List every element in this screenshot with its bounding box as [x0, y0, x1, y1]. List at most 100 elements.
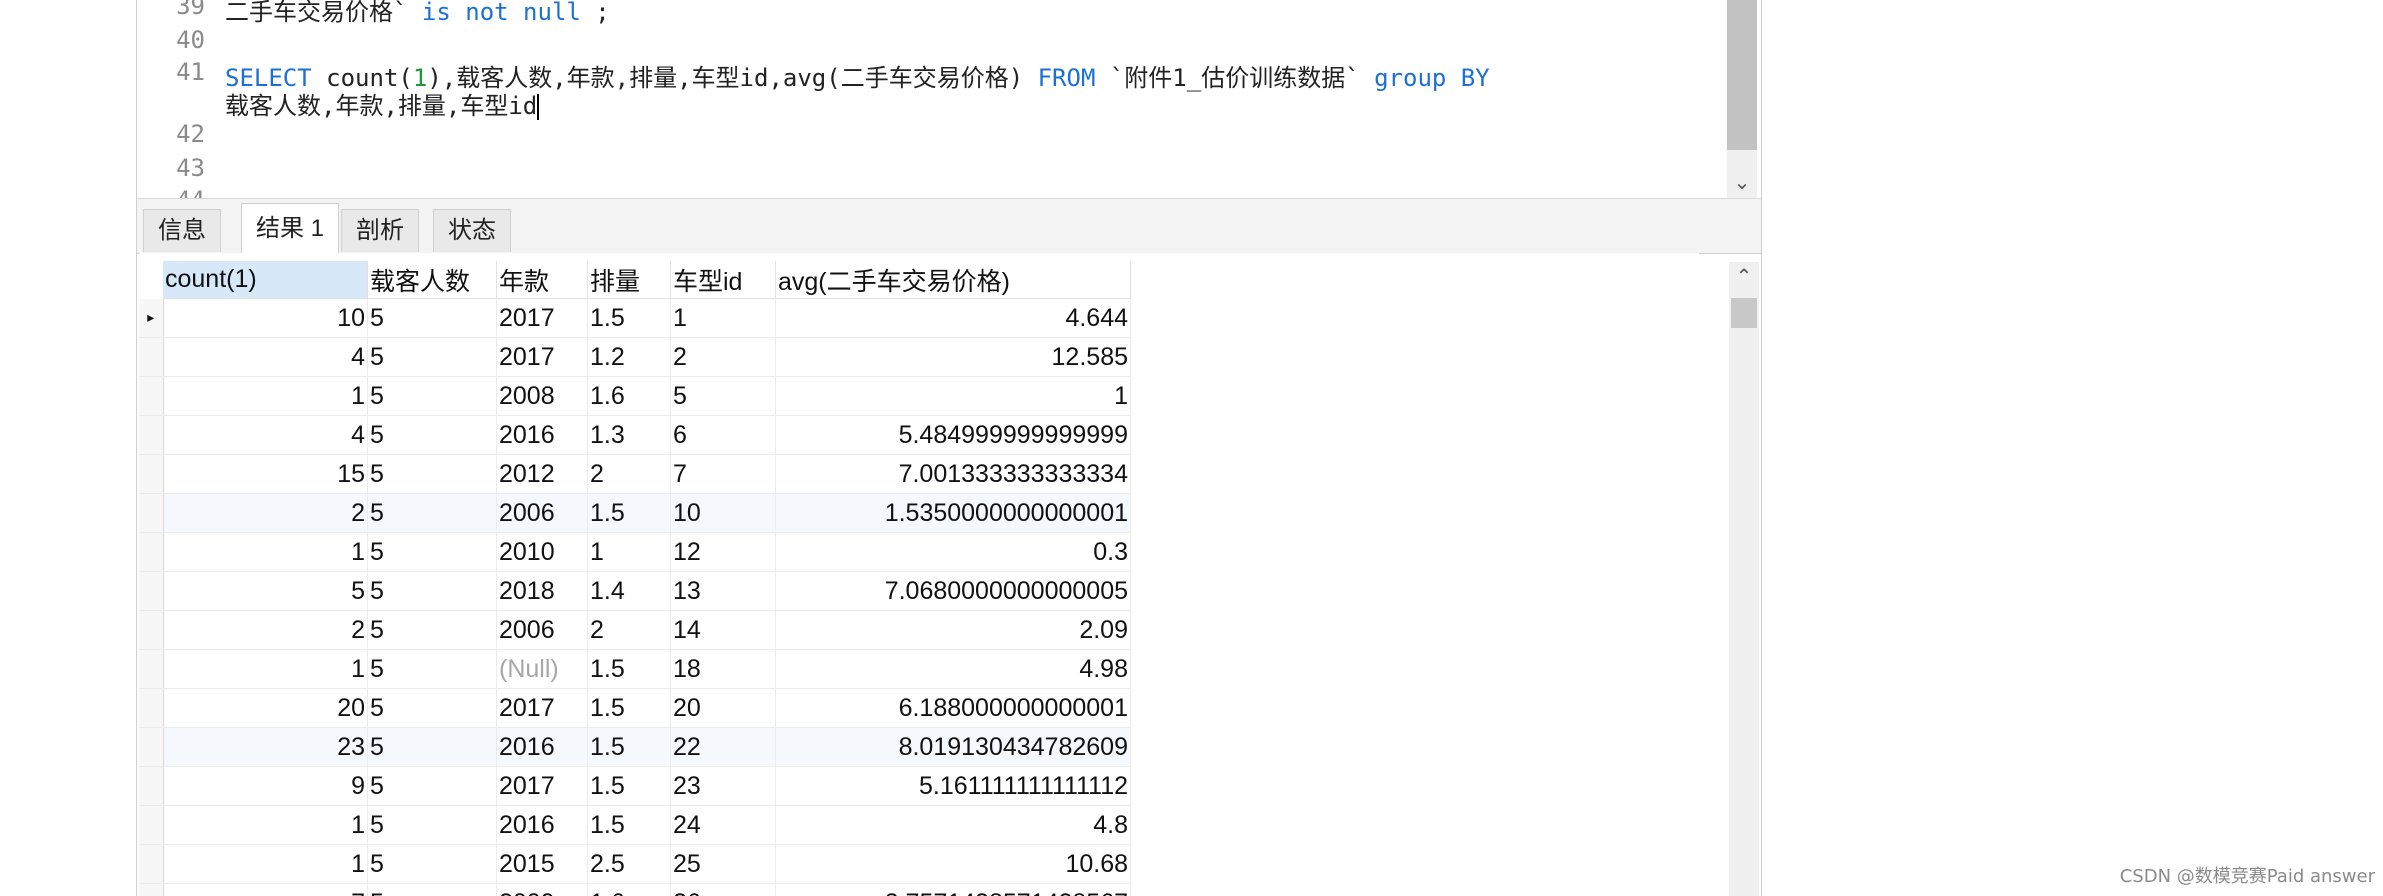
table-row[interactable]: 9 5 2017 1.5 23 5.161111111111112	[139, 766, 1131, 806]
col-count-header[interactable]: count(1)	[163, 261, 368, 299]
table-cell[interactable]: 18	[670, 649, 776, 689]
table-cell[interactable]: 2010	[496, 532, 588, 572]
table-cell[interactable]: 8.019130434782609	[775, 727, 1131, 767]
table-cell[interactable]: 23	[163, 727, 368, 767]
table-cell[interactable]: 1.2	[587, 337, 671, 377]
table-cell[interactable]: 6	[670, 415, 776, 455]
table-cell[interactable]: 1.5	[587, 805, 671, 845]
row-indicator[interactable]	[139, 805, 164, 845]
table-cell[interactable]: 2	[163, 610, 368, 650]
table-cell[interactable]: 1.3	[587, 415, 671, 455]
col-displacement-header[interactable]: 排量	[587, 261, 671, 299]
table-cell[interactable]: 2008	[496, 376, 588, 416]
table-cell[interactable]: 2017	[496, 688, 588, 728]
table-cell[interactable]: 1.5	[587, 766, 671, 806]
table-cell[interactable]: 1.5	[587, 688, 671, 728]
table-cell[interactable]: 2009	[496, 883, 588, 896]
row-indicator[interactable]	[139, 337, 164, 377]
table-cell[interactable]: 7.001333333333334	[775, 454, 1131, 494]
table-cell[interactable]: 2.5	[587, 844, 671, 884]
table-cell[interactable]: 2016	[496, 805, 588, 845]
table-row[interactable]: 7520091.6263.7571428571428567	[139, 883, 1131, 896]
table-row[interactable]: 4 5 2016 1.3 6 5.484999999999999	[139, 415, 1131, 455]
table-row[interactable]: 1 5 2015 2.5 25 10.68	[139, 844, 1131, 884]
table-cell[interactable]: 4.8	[775, 805, 1131, 845]
table-cell[interactable]: 5	[670, 376, 776, 416]
table-cell[interactable]: 5	[367, 493, 497, 533]
chevron-down-icon[interactable]: ⌄	[1727, 170, 1757, 194]
table-cell[interactable]: 4	[163, 337, 368, 377]
table-row[interactable]: 1 5 (Null) 1.5 18 4.98	[139, 649, 1131, 689]
table-cell[interactable]: 4.644	[775, 298, 1131, 338]
result-grid[interactable]: count(1) 载客人数 年款 排量 车型id avg(二手车交易价格) ▸ 10 5 201…	[139, 253, 1699, 896]
grid-scrollbar-thumb[interactable]	[1731, 298, 1757, 328]
table-cell[interactable]: 2015	[496, 844, 588, 884]
table-cell[interactable]: 2017	[496, 766, 588, 806]
table-cell[interactable]: 6.188000000000001	[775, 688, 1131, 728]
table-cell[interactable]: 4	[163, 415, 368, 455]
row-indicator[interactable]	[139, 454, 164, 494]
table-row[interactable]: 4 5 2017 1.2 2 12.585	[139, 337, 1131, 377]
table-row[interactable]: 1 5 2016 1.5 24 4.8	[139, 805, 1131, 845]
row-indicator[interactable]	[139, 766, 164, 806]
table-row[interactable]: 2 5 2006 2 14 2.09	[139, 610, 1131, 650]
table-cell[interactable]: 5	[367, 883, 497, 896]
table-cell[interactable]: 1.4	[587, 571, 671, 611]
table-cell[interactable]: 2	[587, 610, 671, 650]
table-cell[interactable]: 2	[163, 493, 368, 533]
code-line[interactable]: 二手车交易价格` is not null ;	[225, 0, 610, 27]
table-cell[interactable]: 1	[163, 532, 368, 572]
table-cell[interactable]: 0.3	[775, 532, 1131, 572]
table-cell[interactable]: 5.161111111111112	[775, 766, 1131, 806]
table-cell[interactable]: 15	[163, 454, 368, 494]
table-cell[interactable]: 1.5	[587, 649, 671, 689]
sql-editor[interactable]: 39 二手车交易价格` is not null ; 40 41 SELECT count…	[137, 0, 1761, 198]
table-row[interactable]: 15 5 2012 2 7 7.001333333333334	[139, 454, 1131, 494]
table-cell[interactable]: 5	[367, 649, 497, 689]
table-cell[interactable]: 10	[163, 298, 368, 338]
table-cell[interactable]: 20	[163, 688, 368, 728]
row-indicator[interactable]	[139, 883, 164, 896]
table-cell[interactable]: 3.7571428571428567	[775, 883, 1131, 896]
table-cell[interactable]: 1.5	[587, 298, 671, 338]
table-cell[interactable]: 13	[670, 571, 776, 611]
editor-scrollbar[interactable]: ⌄	[1727, 0, 1757, 198]
table-cell[interactable]: 12.585	[775, 337, 1131, 377]
table-cell[interactable]: 25	[670, 844, 776, 884]
table-cell[interactable]: 10.68	[775, 844, 1131, 884]
table-cell[interactable]: 5	[367, 688, 497, 728]
row-indicator[interactable]	[139, 493, 164, 533]
table-cell[interactable]: 5	[367, 805, 497, 845]
table-cell[interactable]: 2016	[496, 727, 588, 767]
table-cell[interactable]: 4.98	[775, 649, 1131, 689]
col-avg-price-header[interactable]: avg(二手车交易价格)	[775, 261, 1131, 299]
table-cell[interactable]: 2017	[496, 298, 588, 338]
table-cell[interactable]: 1.5	[587, 493, 671, 533]
table-cell[interactable]: 1	[775, 376, 1131, 416]
tab-result-1[interactable]: 结果 1	[241, 203, 340, 254]
table-cell[interactable]: 10	[670, 493, 776, 533]
table-cell[interactable]: 1	[670, 298, 776, 338]
table-cell[interactable]: 2017	[496, 337, 588, 377]
table-cell[interactable]: 2012	[496, 454, 588, 494]
table-cell[interactable]: 5	[367, 610, 497, 650]
table-cell[interactable]: 2	[587, 454, 671, 494]
table-row[interactable]: 20 5 2017 1.5 20 6.188000000000001	[139, 688, 1131, 728]
table-cell[interactable]: 7.0680000000000005	[775, 571, 1131, 611]
table-row[interactable]: 23 5 2016 1.5 22 8.019130434782609	[139, 727, 1131, 767]
table-cell[interactable]: 1	[163, 376, 368, 416]
table-row[interactable]: 1 5 2010 1 12 0.3	[139, 532, 1131, 572]
table-cell[interactable]: 2006	[496, 493, 588, 533]
table-row[interactable]: 5 5 2018 1.4 13 7.0680000000000005	[139, 571, 1131, 611]
table-cell[interactable]: 2.09	[775, 610, 1131, 650]
current-row-arrow-icon[interactable]: ▸	[139, 298, 164, 338]
col-model-id-header[interactable]: 车型id	[670, 261, 776, 299]
row-indicator[interactable]	[139, 727, 164, 767]
table-cell[interactable]: 12	[670, 532, 776, 572]
row-indicator[interactable]	[139, 688, 164, 728]
grid-scrollbar[interactable]: ⌃	[1729, 262, 1759, 896]
table-cell[interactable]: 5	[367, 571, 497, 611]
table-cell[interactable]: 5	[367, 337, 497, 377]
table-cell[interactable]: 7	[163, 883, 368, 896]
table-cell[interactable]: (Null)	[496, 649, 588, 689]
